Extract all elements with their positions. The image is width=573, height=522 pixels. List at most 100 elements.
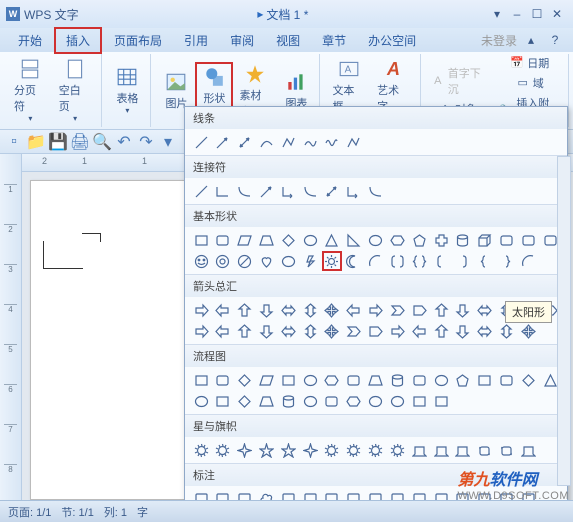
- shape-rtri[interactable]: [344, 230, 364, 250]
- shape-arR[interactable]: [191, 321, 211, 341]
- shape-arR[interactable]: [387, 321, 407, 341]
- shape-can[interactable]: [387, 370, 407, 390]
- shape-ar4[interactable]: [322, 321, 342, 341]
- shape-trap[interactable]: [256, 230, 276, 250]
- shape-burst[interactable]: [387, 440, 407, 460]
- more-icon[interactable]: ▾: [160, 134, 176, 150]
- shape-star5[interactable]: [278, 440, 298, 460]
- minimize-button[interactable]: –: [507, 5, 527, 23]
- document-page[interactable]: [30, 180, 185, 500]
- tab-start[interactable]: 开始: [8, 29, 52, 52]
- tab-insert[interactable]: 插入: [54, 27, 102, 54]
- help-icon[interactable]: ?: [545, 31, 565, 49]
- shape-arU[interactable]: [431, 300, 451, 320]
- shape-darrow[interactable]: [322, 181, 342, 201]
- shape-burst[interactable]: [191, 440, 211, 460]
- shape-arU[interactable]: [235, 321, 255, 341]
- shape-scroll[interactable]: [497, 440, 517, 460]
- shape-burst[interactable]: [213, 440, 233, 460]
- shape-ellipse[interactable]: [387, 391, 407, 411]
- tab-office-space[interactable]: 办公空间: [358, 29, 426, 52]
- shape-donut[interactable]: [213, 251, 233, 271]
- shape-hex[interactable]: [322, 370, 342, 390]
- print-icon[interactable]: 🖨: [72, 134, 88, 150]
- shape-ar4[interactable]: [518, 321, 538, 341]
- tab-review[interactable]: 审阅: [220, 29, 264, 52]
- shape-ellipse[interactable]: [366, 230, 386, 250]
- shape-scribble[interactable]: [322, 132, 342, 152]
- shape-darrow[interactable]: [235, 132, 255, 152]
- shape-arD[interactable]: [256, 321, 276, 341]
- shape-rect[interactable]: [213, 391, 233, 411]
- date-button[interactable]: 📅 日期: [495, 54, 564, 72]
- shape-scroll[interactable]: [475, 440, 495, 460]
- redo-icon[interactable]: ↷: [138, 134, 154, 150]
- shape-ellipse[interactable]: [278, 251, 298, 271]
- shape-rrect[interactable]: [322, 391, 342, 411]
- maximize-button[interactable]: ☐: [527, 5, 547, 23]
- shape-pent[interactable]: [409, 230, 429, 250]
- shape-rrect[interactable]: [518, 230, 538, 250]
- shape-trap[interactable]: [366, 370, 386, 390]
- shape-bracket[interactable]: [387, 251, 407, 271]
- open-icon[interactable]: 📁: [28, 134, 44, 150]
- tab-chapter[interactable]: 章节: [312, 29, 356, 52]
- close-button[interactable]: ✕: [547, 5, 567, 23]
- shape-curved[interactable]: [300, 181, 320, 201]
- shape-noentry[interactable]: [235, 251, 255, 271]
- shape-chev[interactable]: [344, 321, 364, 341]
- shape-heart[interactable]: [256, 251, 276, 271]
- shape-arD[interactable]: [453, 300, 473, 320]
- shape-polyline[interactable]: [278, 132, 298, 152]
- login-status[interactable]: 未登录: [481, 32, 517, 49]
- shape-rrect[interactable]: [409, 370, 429, 390]
- shape-can[interactable]: [278, 391, 298, 411]
- shape-arrow[interactable]: [213, 132, 233, 152]
- shape-brace[interactable]: [409, 251, 429, 271]
- shape-polyline[interactable]: [344, 132, 364, 152]
- tab-page-layout[interactable]: 页面布局: [104, 29, 172, 52]
- shape-cube[interactable]: [475, 230, 495, 250]
- shape-ribbon[interactable]: [409, 440, 429, 460]
- shape-burst[interactable]: [366, 440, 386, 460]
- field-button[interactable]: ▭ 域: [495, 74, 564, 92]
- shape-moon[interactable]: [344, 251, 364, 271]
- shape-rrect[interactable]: [497, 370, 517, 390]
- dropcap-button[interactable]: A 首字下沉: [427, 64, 496, 98]
- shape-can[interactable]: [453, 230, 473, 250]
- shape-pent[interactable]: [453, 370, 473, 390]
- shape-rrect[interactable]: [213, 230, 233, 250]
- shape-arc[interactable]: [518, 251, 538, 271]
- shape-sun[interactable]: [322, 251, 342, 271]
- shape-diamond[interactable]: [518, 370, 538, 390]
- undo-icon[interactable]: ↶: [116, 134, 132, 150]
- shape-curved[interactable]: [366, 181, 386, 201]
- shape-rrect[interactable]: [344, 370, 364, 390]
- shape-rect[interactable]: [191, 230, 211, 250]
- shape-arUD[interactable]: [300, 321, 320, 341]
- shape-line[interactable]: [191, 181, 211, 201]
- shape-bolt[interactable]: [300, 251, 320, 271]
- shape-curve[interactable]: [256, 132, 276, 152]
- shape-rect[interactable]: [475, 370, 495, 390]
- shape-pentag[interactable]: [409, 300, 429, 320]
- shape-tri[interactable]: [322, 230, 342, 250]
- preview-icon[interactable]: 🔍: [94, 134, 110, 150]
- shape-arL[interactable]: [213, 300, 233, 320]
- shape-ribbon[interactable]: [453, 440, 473, 460]
- shape-diamond[interactable]: [235, 370, 255, 390]
- tab-references[interactable]: 引用: [174, 29, 218, 52]
- shape-arUD[interactable]: [300, 300, 320, 320]
- shape-ellipse[interactable]: [431, 370, 451, 390]
- shape-line[interactable]: [191, 132, 211, 152]
- blank-page-button[interactable]: 空白页▾: [53, 56, 98, 125]
- shape-rbrace[interactable]: [497, 251, 517, 271]
- shape-arU[interactable]: [235, 300, 255, 320]
- shape-arR[interactable]: [191, 300, 211, 320]
- table-button[interactable]: 表格▾: [108, 64, 146, 117]
- shape-arL[interactable]: [213, 321, 233, 341]
- shape-arL[interactable]: [344, 300, 364, 320]
- shape-hex[interactable]: [387, 230, 407, 250]
- vertical-scrollbar[interactable]: [557, 156, 571, 486]
- shape-arrow[interactable]: [256, 181, 276, 201]
